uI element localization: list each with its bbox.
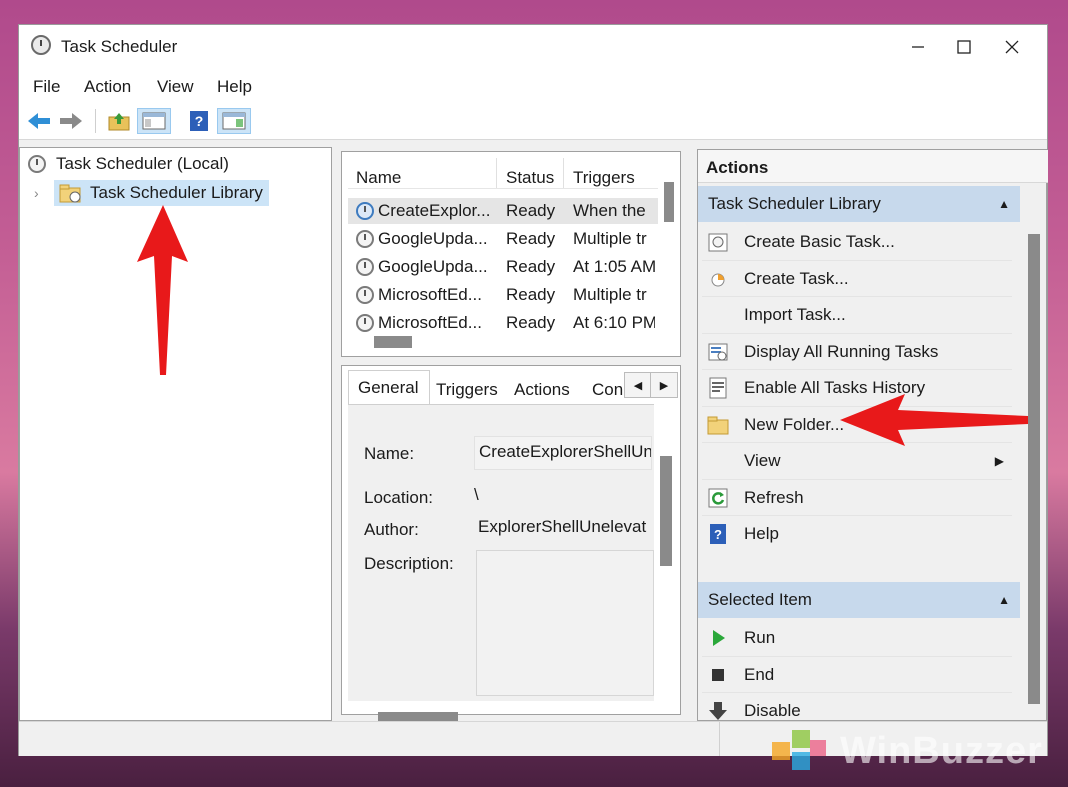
left-arrow-annotation [840, 394, 1028, 446]
watermark-text: WinBuzzer [840, 729, 1043, 772]
annotation-arrows [137, 205, 1028, 446]
winbuzzer-logo-icon [772, 730, 826, 770]
watermark: WinBuzzer [766, 722, 1043, 780]
up-arrow-annotation [137, 205, 188, 375]
